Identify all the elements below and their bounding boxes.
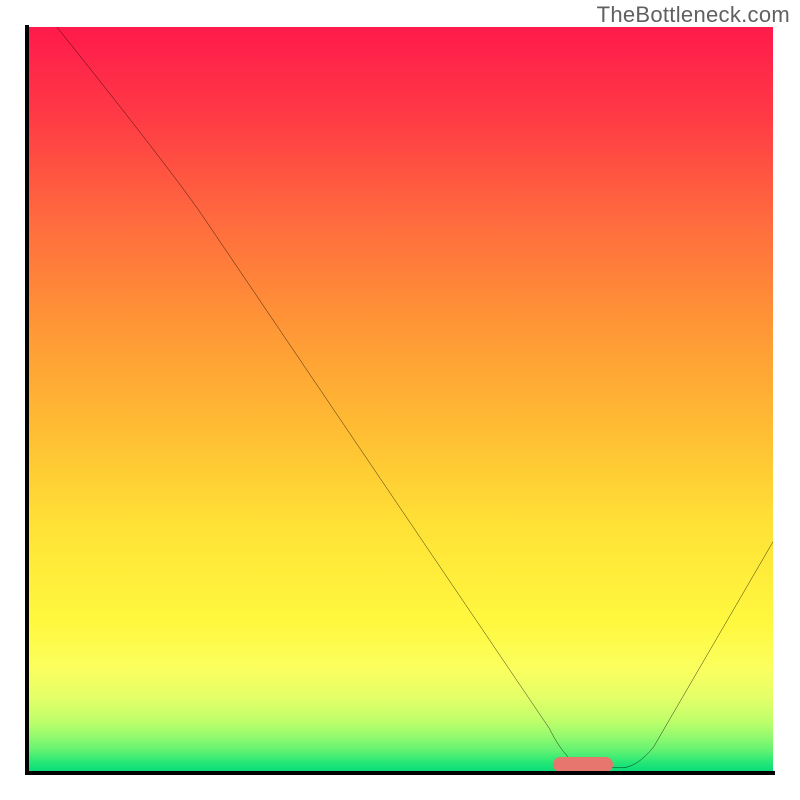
line-plot	[27, 27, 773, 773]
chart-container: TheBottleneck.com	[0, 0, 800, 800]
watermark-text: TheBottleneck.com	[597, 2, 790, 28]
bottleneck-curve	[57, 27, 773, 768]
plot-area	[27, 27, 773, 773]
optimal-marker	[553, 757, 613, 771]
